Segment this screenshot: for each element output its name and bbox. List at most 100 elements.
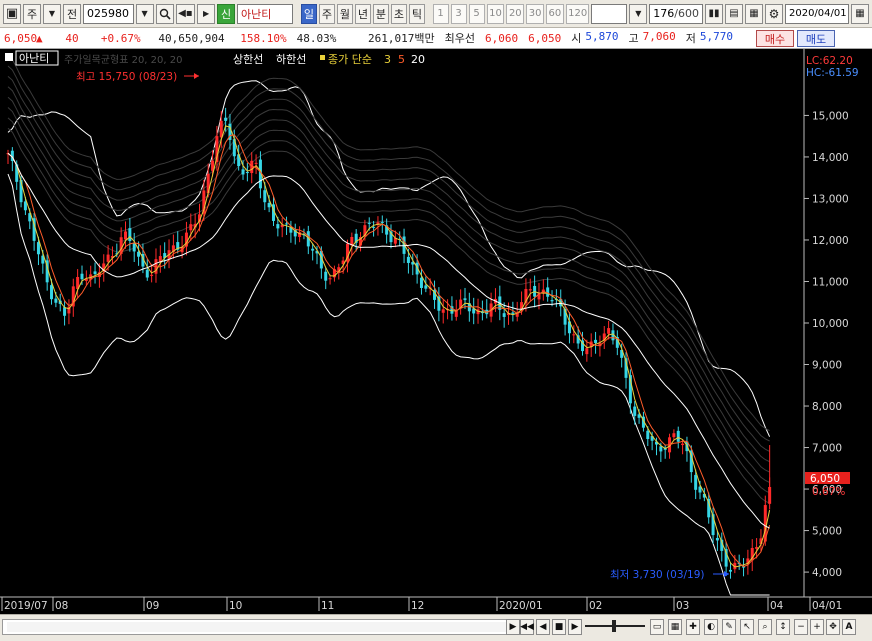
grid-icon[interactable]: ▦	[668, 619, 682, 635]
x-tick-label: 04/01	[812, 600, 842, 612]
y-tick-label: 8,000	[812, 401, 842, 413]
speaker-icon[interactable]: ◀▪	[175, 3, 196, 24]
candle-body	[245, 172, 249, 174]
compare-icon[interactable]: ◐	[704, 619, 718, 635]
chart-scrollbar[interactable]	[2, 619, 512, 635]
bar-count-value: 176	[653, 7, 675, 20]
search-icon[interactable]	[155, 3, 174, 24]
draw-icon[interactable]: ✎	[722, 619, 736, 635]
bar-count-input[interactable]: 176/600	[649, 3, 703, 24]
prev-icon[interactable]: ◀	[536, 619, 550, 635]
legend-ma-3: 3	[384, 53, 391, 66]
rewind-icon[interactable]: ◀◀	[520, 619, 534, 635]
interval-5[interactable]: 5	[468, 3, 485, 24]
sell-button[interactable]: 매도	[797, 30, 835, 47]
candle-body	[63, 307, 67, 316]
amount-value: 261,017백만	[368, 32, 435, 45]
candle-body	[267, 202, 271, 208]
interval-custom-input[interactable]	[591, 3, 628, 24]
period-month[interactable]: 월	[336, 3, 353, 24]
calendar-icon[interactable]: ▦	[850, 3, 869, 24]
crosshair-icon[interactable]: ✚	[686, 619, 700, 635]
period-tick[interactable]: 틱	[408, 3, 425, 24]
x-tick-label: 04	[770, 600, 784, 612]
jeon-button[interactable]: 전	[63, 3, 81, 24]
low-label: 저	[685, 32, 696, 45]
interval-30[interactable]: 30	[526, 3, 544, 24]
price-chart[interactable]: 15,000 14,000 13,000 12,000 11,000 10,000 9,00…	[0, 49, 872, 615]
interval-120[interactable]: 120	[565, 3, 590, 24]
mode-label: 주	[26, 7, 38, 21]
interval-dropdown-icon[interactable]: ▼	[629, 3, 648, 24]
menu-icon[interactable]: ▣	[3, 3, 21, 24]
scale-icon[interactable]: ↕	[776, 619, 790, 635]
date-input[interactable]: 2020/04/01	[784, 3, 849, 24]
arrow-right-icon[interactable]: ▶	[197, 3, 216, 24]
gear-icon[interactable]: ⚙	[764, 3, 783, 24]
x-tick-label: 2019/07	[4, 600, 48, 612]
interval-1[interactable]: 1	[432, 3, 449, 24]
next-icon[interactable]: ▶	[568, 619, 582, 635]
current-price-label: 6,050	[810, 473, 840, 485]
chevron-down-icon[interactable]: ▼	[43, 3, 61, 24]
pointer-icon[interactable]: ↖	[740, 619, 754, 635]
candle-body	[150, 274, 154, 276]
candle-body	[585, 348, 589, 355]
stock-name-field[interactable]: 아난티	[237, 3, 294, 24]
magnifier-icon[interactable]: ⌕	[758, 619, 772, 635]
candle-body	[93, 271, 97, 275]
chart-style-icon[interactable]: ▤	[724, 3, 743, 24]
open-group: 시 5,870	[571, 30, 618, 46]
volume-value: 40,650,904	[158, 31, 225, 45]
move-icon[interactable]: ✥	[826, 619, 840, 635]
candle-body	[511, 312, 515, 314]
interval-20[interactable]: 20	[506, 3, 525, 24]
candle-body	[80, 273, 84, 280]
save-icon[interactable]: ▦	[744, 3, 763, 24]
chart-toolbar: ▣ 주 ▼ 전 025980 ▼ ◀▪ ▶ 신 아난티 일 주 월 년 분 초 …	[0, 0, 872, 28]
period-second[interactable]: 초	[390, 3, 407, 24]
zoom-fit-icon[interactable]: ▭	[650, 619, 664, 635]
candle-icon[interactable]: ▮▮	[704, 3, 723, 24]
legend-indicator: 주가일목균형표 20, 20, 20	[64, 54, 182, 66]
y-tick-label: 5,000	[812, 526, 842, 538]
legend-lower-band: 하한선	[276, 52, 306, 66]
price-group: 6,050 ▲	[4, 32, 43, 45]
period-week[interactable]: 주	[318, 3, 335, 24]
x-tick-label: 10	[229, 600, 242, 612]
x-tick-label: 11	[321, 600, 334, 612]
interval-10[interactable]: 10	[486, 3, 505, 24]
chart-canvas[interactable]: 15,000 14,000 13,000 12,000 11,000 10,000 9,00…	[0, 49, 872, 615]
chart-background	[0, 49, 872, 615]
candle-body	[128, 228, 132, 242]
font-size-icon[interactable]: A	[842, 619, 856, 635]
zoom-out-icon[interactable]: −	[794, 619, 808, 635]
period-year[interactable]: 년	[354, 3, 371, 24]
scroll-right-icon[interactable]: ▶	[506, 619, 520, 635]
code-dropdown-icon[interactable]: ▼	[135, 3, 154, 24]
interval-3[interactable]: 3	[450, 3, 467, 24]
open-label: 시	[571, 32, 582, 45]
zoom-slider-handle[interactable]	[612, 620, 616, 632]
volume-ratio: 158.10%	[240, 31, 287, 45]
period-day[interactable]: 일	[300, 3, 317, 24]
candle-body	[324, 271, 328, 281]
scrollbar-track[interactable]	[7, 622, 507, 632]
candle-body	[367, 222, 371, 224]
candle-body	[676, 430, 680, 442]
period-minute[interactable]: 분	[372, 3, 389, 24]
candle-body	[54, 298, 58, 303]
stock-code-value: 025980	[87, 7, 129, 20]
interval-60[interactable]: 60	[546, 3, 564, 24]
stop-icon[interactable]: ■	[552, 619, 566, 635]
lc-value: LC:62.20	[806, 55, 853, 67]
current-pct-label: 0.67%	[812, 486, 845, 498]
stock-code-input[interactable]: 025980	[83, 3, 134, 24]
buy-button[interactable]: 매수	[756, 30, 794, 47]
x-tick-label: 2020/01	[499, 600, 543, 612]
y-tick-label: 7,000	[812, 443, 842, 455]
y-tick-label: 12,000	[812, 235, 849, 247]
zoom-in-icon[interactable]: +	[810, 619, 824, 635]
mode-select[interactable]: 주	[23, 3, 41, 24]
low-annotation: 최저 3,730 (03/19)	[610, 569, 705, 581]
